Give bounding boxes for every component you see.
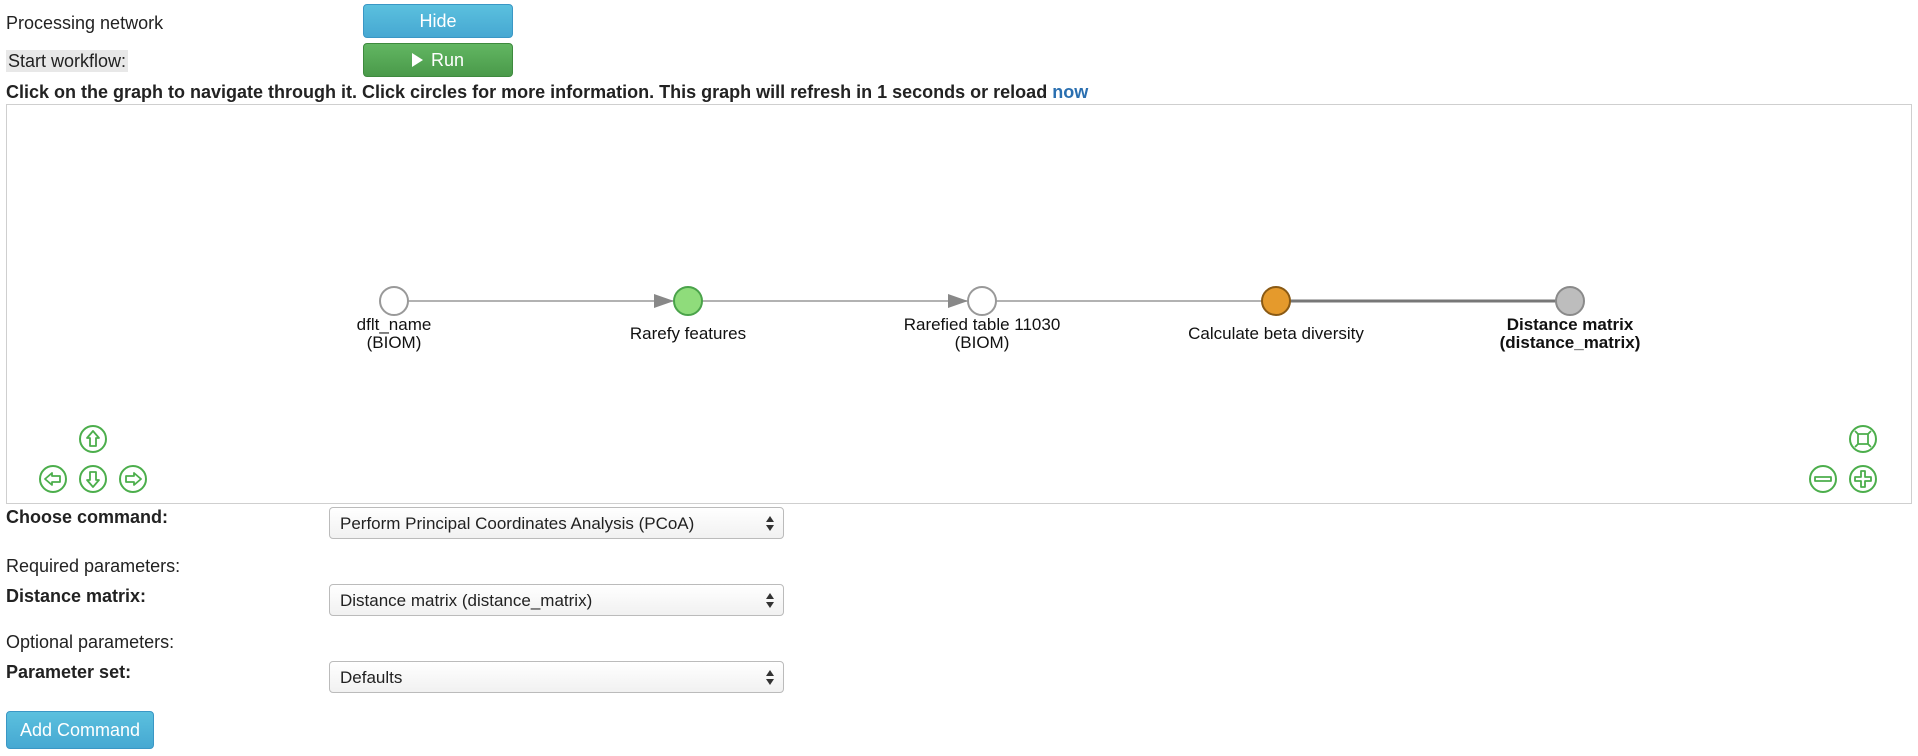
zoom-out-icon[interactable]	[1809, 465, 1837, 493]
instructions-text: Click on the graph to navigate through i…	[6, 82, 1053, 102]
node-label-line: Rarefied table 11030	[903, 315, 1061, 334]
select-arrows-icon	[765, 590, 775, 610]
parameter-set-select[interactable]: Defaults	[329, 661, 784, 693]
graph-instructions: Click on the graph to navigate through i…	[6, 82, 1088, 103]
processing-network-graph[interactable]: dflt_name (BIOM) Rarefy features Rarefied t…	[6, 104, 1912, 504]
arrow-right-icon[interactable]	[119, 465, 147, 493]
arrow-down-icon[interactable]	[79, 465, 107, 493]
parameter-set-label: Parameter set:	[6, 662, 132, 682]
node-label-line: dflt_name	[356, 315, 432, 334]
graph-node[interactable]	[967, 286, 997, 316]
graph-node-label: Rarefy features	[630, 325, 746, 343]
processing-network-label: Processing network	[6, 13, 164, 33]
start-workflow-label: Start workflow:	[6, 50, 129, 72]
distance-matrix-label: Distance matrix:	[6, 586, 147, 606]
node-label-line: Calculate beta diversity	[1188, 324, 1364, 343]
optional-parameters-label: Optional parameters:	[6, 632, 175, 652]
node-label-line: Rarefy features	[629, 324, 747, 343]
command-select-value: Perform Principal Coordinates Analysis (…	[340, 514, 695, 533]
add-command-button[interactable]: Add Command	[6, 711, 154, 749]
node-label-line: (distance_matrix)	[1499, 333, 1641, 352]
graph-node[interactable]	[379, 286, 409, 316]
node-label-line: Distance matrix	[1506, 315, 1634, 334]
parameter-set-select-value: Defaults	[340, 668, 403, 687]
node-label-line: (BIOM)	[366, 333, 422, 352]
play-icon	[411, 53, 423, 67]
graph-canvas[interactable]	[7, 105, 1911, 503]
run-button[interactable]: Run	[363, 43, 513, 77]
run-button-label: Run	[430, 49, 465, 70]
graph-node-label: Rarefied table 11030 (BIOM)	[904, 316, 1061, 352]
graph-node-label: Calculate beta diversity	[1188, 325, 1364, 343]
zoom-in-icon[interactable]	[1849, 465, 1877, 493]
graph-node-label: Distance matrix (distance_matrix)	[1500, 316, 1641, 352]
distance-matrix-select[interactable]: Distance matrix (distance_matrix)	[329, 584, 784, 616]
choose-command-label: Choose command:	[6, 507, 169, 527]
required-parameters-label: Required parameters:	[6, 556, 181, 576]
hide-button[interactable]: Hide	[363, 4, 513, 38]
graph-node-label: dflt_name (BIOM)	[357, 316, 432, 352]
arrow-left-icon[interactable]	[39, 465, 67, 493]
arrow-up-icon[interactable]	[79, 425, 107, 453]
graph-node[interactable]	[1555, 286, 1585, 316]
select-arrows-icon	[765, 513, 775, 533]
node-label-line: (BIOM)	[954, 333, 1010, 352]
reload-now-link[interactable]: now	[1052, 82, 1088, 102]
graph-node[interactable]	[673, 286, 703, 316]
graph-node[interactable]	[1261, 286, 1291, 316]
command-select[interactable]: Perform Principal Coordinates Analysis (…	[329, 507, 784, 539]
fit-icon[interactable]	[1849, 425, 1877, 453]
distance-matrix-select-value: Distance matrix (distance_matrix)	[340, 591, 593, 610]
start-workflow-label-wrap: Start workflow:	[6, 50, 129, 72]
select-arrows-icon	[765, 667, 775, 687]
